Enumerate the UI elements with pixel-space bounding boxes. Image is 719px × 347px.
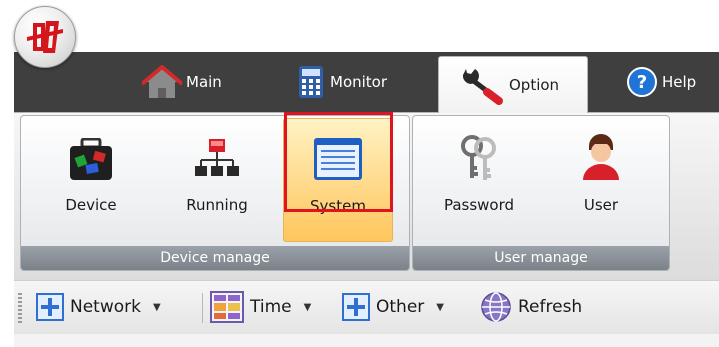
home-icon [142,65,182,98]
system-button-label: System [310,197,366,215]
tab-main-label: Main [186,73,222,91]
svg-text:?: ? [637,72,647,93]
other-dropdown-icon[interactable]: ▼ [436,302,444,313]
refresh-button-label: Refresh [518,297,583,317]
password-button[interactable]: Password [427,124,531,244]
calculator-icon [299,66,323,98]
wrench-icon [462,69,503,105]
toolbar-grip[interactable] [18,293,22,323]
calendar-icon [210,291,244,323]
user-manage-caption: User manage [413,246,669,270]
device-button[interactable]: Device [43,124,139,244]
keys-icon [461,135,496,180]
user-button[interactable]: User [559,124,643,244]
network-button[interactable]: Network ▼ [36,291,161,323]
device-manage-group: Device Running System Device manage [20,115,410,271]
device-button-label: Device [65,196,117,214]
device-briefcase-icon [70,138,112,180]
network-button-label: Network [70,297,141,317]
app-logo[interactable] [14,6,76,68]
title-bar [0,0,719,52]
toolbar-separator [202,293,203,323]
device-manage-caption: Device manage [21,246,409,270]
user-button-label: User [583,196,619,214]
password-button-label: Password [443,196,515,214]
tab-option-label: Option [509,76,560,94]
user-icon [583,134,619,180]
ribbon: Device Running System Device manage Pass… [14,112,719,281]
system-window-icon [314,138,362,180]
tab-help[interactable]: ? Help [626,52,696,112]
user-manage-group: Password User User manage [412,115,670,271]
network-dropdown-icon[interactable]: ▼ [153,302,161,313]
time-button-label: Time [250,297,292,317]
content-area [14,334,719,347]
other-button[interactable]: Other ▼ [342,291,444,323]
running-button[interactable]: Running [169,124,265,244]
tab-monitor[interactable]: Monitor [296,52,387,112]
toolbar: Network ▼ Time ▼ Other ▼ Refresh [14,280,719,335]
time-button[interactable]: Time ▼ [210,291,311,323]
tab-help-label: Help [662,73,697,91]
tab-option[interactable]: Option [438,56,588,113]
refresh-button[interactable]: Refresh [480,291,582,323]
tab-main[interactable]: Main [142,52,222,112]
tab-monitor-label: Monitor [330,73,388,91]
other-button-label: Other [376,297,425,317]
tab-strip: Main Monitor ? Help [14,52,719,112]
plus-icon [36,293,64,321]
plus-icon [342,293,370,321]
running-button-label: Running [186,196,248,214]
time-dropdown-icon[interactable]: ▼ [304,302,312,313]
globe-icon [481,292,511,322]
system-button[interactable]: System [283,118,393,242]
app-logo-icon [27,21,63,53]
help-icon: ? [627,67,657,97]
network-tree-icon [195,139,239,176]
